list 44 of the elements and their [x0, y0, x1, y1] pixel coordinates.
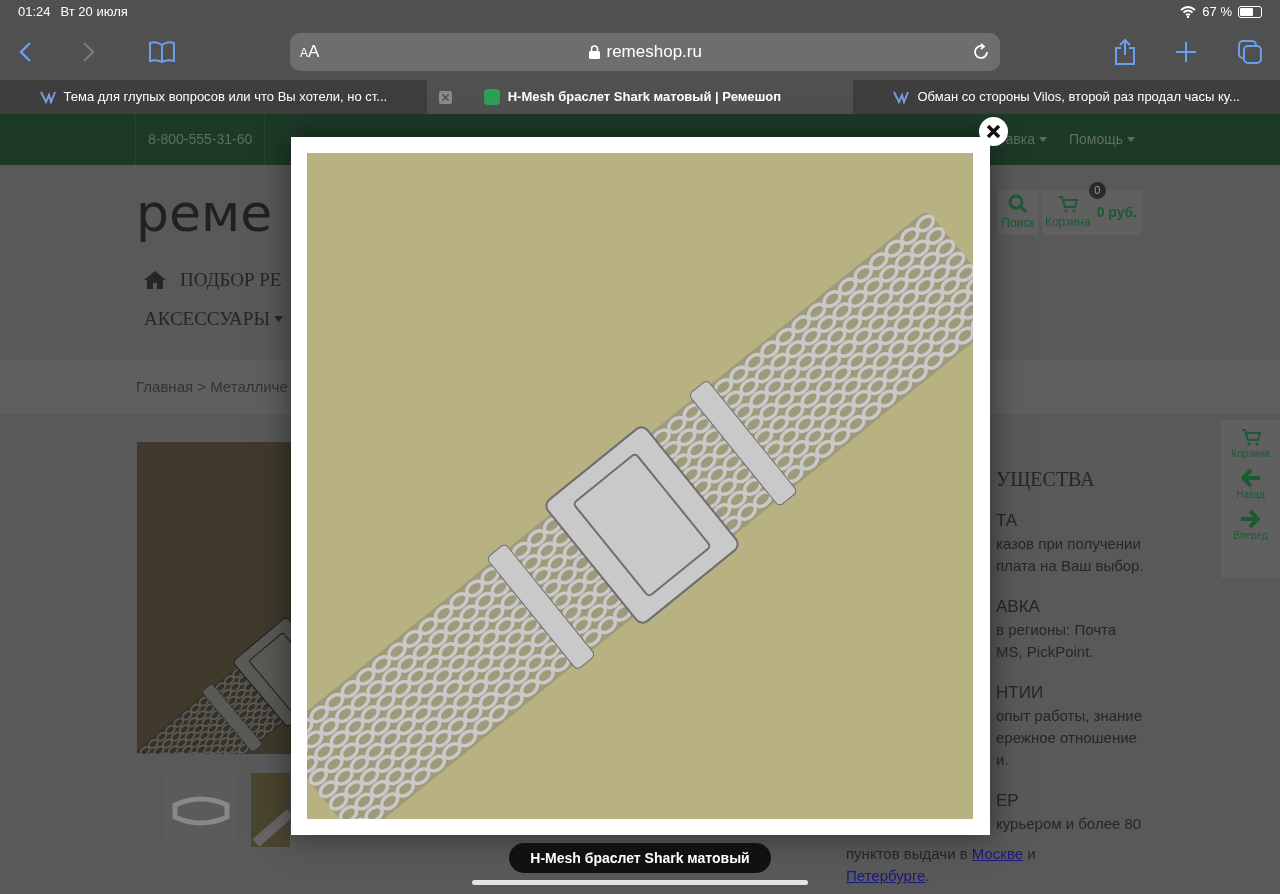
moscow-link[interactable]: Москве [971, 845, 1024, 862]
browser-tab[interactable]: H-Mesh браслет Shark матовый | Ремешоп [426, 80, 854, 114]
thumbnail-photo[interactable] [251, 773, 290, 847]
phone-link[interactable]: 8-800-555-31-60 [135, 114, 266, 165]
back-icon[interactable] [18, 41, 32, 63]
lock-icon [589, 45, 601, 59]
address-bar[interactable]: AA remeshop.ru [289, 33, 1001, 71]
caret-icon [1127, 137, 1135, 142]
side-panel-button[interactable]: Вперед [1233, 510, 1268, 543]
book-icon[interactable] [147, 41, 176, 63]
arrow-right-icon [1240, 510, 1261, 528]
side-panel-button[interactable]: Корзина [1231, 428, 1270, 461]
home-icon[interactable] [144, 271, 166, 290]
side-panel-button[interactable]: Назад [1236, 469, 1265, 502]
site-favicon-icon [893, 90, 910, 104]
cart-icon [1057, 194, 1078, 213]
close-icon [987, 125, 1000, 138]
reload-icon[interactable] [972, 43, 991, 61]
petersburg-link[interactable]: Петербурге [846, 867, 926, 884]
battery-percent: 67 % [1202, 3, 1232, 22]
site-favicon-icon [39, 90, 56, 104]
battery-icon [1238, 6, 1262, 18]
nav-menu-item[interactable]: Помощь [1056, 114, 1143, 165]
close-tab-icon[interactable] [438, 90, 452, 104]
site-favicon-icon [483, 89, 500, 105]
plus-icon[interactable] [1176, 42, 1197, 62]
photo-caption: H-Mesh браслет Shark матовый [509, 843, 771, 873]
nav-menu-item[interactable]: авка [1005, 114, 1057, 165]
wifi-icon [1180, 6, 1197, 18]
search-button[interactable]: Поиск [997, 190, 1038, 235]
address-text: remeshop.ru [606, 41, 702, 64]
advantage-text: Петербурге. [846, 866, 931, 886]
status-date: Вт 20 июля [60, 3, 128, 22]
caret-icon [274, 315, 283, 322]
text-size-button[interactable]: AA [299, 39, 320, 65]
cart-total: 0 руб. [1096, 203, 1137, 222]
search-icon [1007, 193, 1028, 214]
arrow-left-icon [1240, 469, 1261, 487]
forward-icon[interactable] [81, 41, 96, 63]
tabs-icon[interactable] [1238, 40, 1262, 64]
cart-icon [1240, 428, 1261, 446]
share-icon[interactable] [1114, 39, 1137, 65]
caret-icon [1038, 137, 1047, 142]
status-time: 01:24 [18, 3, 51, 22]
